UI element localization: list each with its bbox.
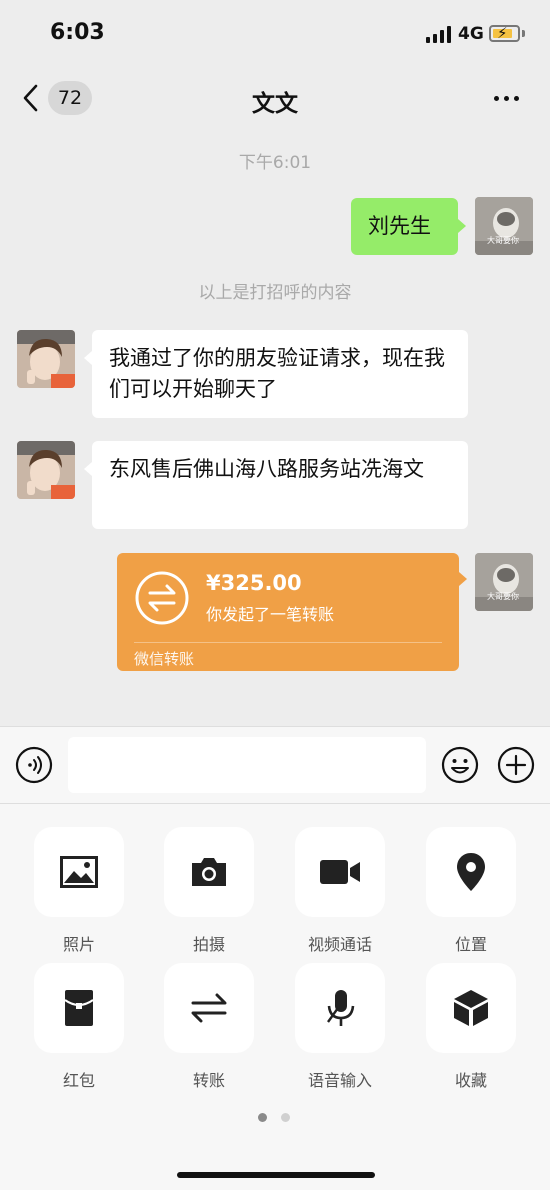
panel-item-label: 红包 [62,1071,95,1090]
message-timestamp: 下午6:01 [238,153,312,173]
message-text-input[interactable] [68,737,426,793]
home-indicator[interactable] [177,1172,375,1178]
person-photo-icon [17,441,75,499]
transfer-icon [191,993,227,1023]
friend-avatar[interactable] [17,441,75,499]
plus-icon[interactable] [497,746,535,784]
message-input-bar [0,726,550,804]
panel-item-transfer[interactable]: 转账 [164,963,254,1091]
panel-item-label: 拍摄 [192,935,225,954]
page-indicator[interactable] [258,1113,290,1122]
panel-item-label: 视频通话 [307,935,372,954]
panel-item-camera[interactable]: 拍摄 [164,827,254,955]
panel-item-voice-input[interactable]: 语音输入 [295,963,385,1091]
panel-item-label: 照片 [62,935,95,954]
transfer-message-card[interactable]: ¥325.00 你发起了一笔转账 微信转账 [117,553,459,671]
my-avatar[interactable]: 大哥要你 [475,553,533,611]
video-call-icon [320,860,360,884]
panel-item-photo[interactable]: 照片 [34,827,124,955]
panel-item-location[interactable]: 位置 [426,827,516,955]
battery-nub [522,30,525,37]
voice-mode-icon[interactable] [15,746,53,784]
avatar-tag: 大哥要你 [487,592,519,601]
transfer-description: 你发起了一笔转账 [206,605,335,624]
emoji-icon[interactable] [441,746,479,784]
panel-item-label: 转账 [192,1071,225,1090]
my-message-bubble[interactable]: 刘先生 [351,198,458,255]
chat-message-list[interactable]: 下午6:01 刘先生 大哥要你 以上是打招呼的内容 我通过了你的朋友验证请求，现… [0,126,550,726]
transfer-amount: ¥325.00 [206,571,302,595]
chat-header: 72 文文 [0,70,550,126]
bubble-tail [84,462,92,476]
divider [134,642,442,643]
bubble-tail [84,351,92,365]
transfer-icon [135,571,189,625]
panel-item-label: 语音输入 [307,1071,372,1090]
my-avatar[interactable]: 大哥要你 [475,197,533,255]
network-type: 4G [458,24,484,44]
camera-icon [192,858,226,886]
greeting-note: 以上是打招呼的内容 [198,283,352,303]
bubble-tail [459,572,467,586]
status-time: 6:03 [50,20,105,45]
message-text: 我通过了你的朋友验证请求，现在我们可以开始聊天了 [109,346,445,401]
panel-item-label: 位置 [454,935,487,954]
battery-icon: ⚡ [489,24,520,42]
friend-message-bubble[interactable]: 我通过了你的朋友验证请求，现在我们可以开始聊天了 [92,330,468,418]
microphone-icon [327,990,355,1026]
page-dot[interactable] [281,1113,290,1122]
panel-item-red-packet[interactable]: 红包 [34,963,124,1091]
avatar-tag: 大哥要你 [487,236,519,245]
location-icon [457,853,485,891]
panel-item-label: 收藏 [454,1071,487,1090]
person-photo-icon [17,330,75,388]
panel-item-video-call[interactable]: 视频通话 [295,827,385,955]
cat-photo-icon [475,553,533,611]
chat-title: 文文 [252,91,298,117]
red-packet-icon [64,990,94,1026]
transfer-source-label: 微信转账 [134,650,195,668]
more-functions-panel: 照片 拍摄 视频通话 位置 红包 转账 语音输入 收藏 [0,804,550,1190]
page-dot-active[interactable] [258,1113,267,1122]
status-bar: 6:03 4G ⚡ [0,0,550,70]
cat-photo-icon [475,197,533,255]
more-options-button[interactable] [494,86,528,110]
message-text: 刘先生 [368,214,431,238]
bubble-tail [458,219,466,233]
photo-icon [60,856,98,888]
signal-strength-icon [426,26,451,43]
friend-message-bubble[interactable]: 东风售后佛山海八路服务站冼海文 [92,441,468,529]
message-text: 东风售后佛山海八路服务站冼海文 [109,457,424,481]
friend-avatar[interactable] [17,330,75,388]
panel-item-favorites[interactable]: 收藏 [426,963,516,1091]
favorites-icon [454,990,488,1026]
